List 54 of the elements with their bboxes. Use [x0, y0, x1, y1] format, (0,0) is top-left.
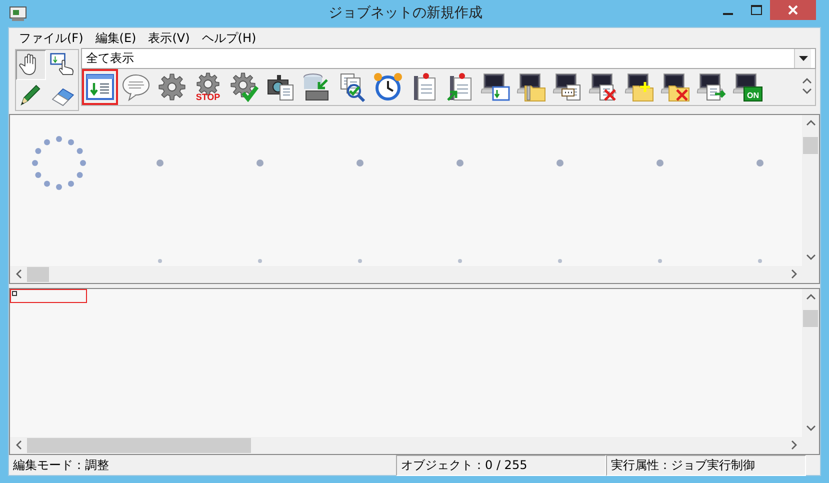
- vertical-scrollbar[interactable]: [802, 289, 819, 437]
- chevron-left-icon: [14, 269, 22, 280]
- on-label: ON: [747, 91, 759, 100]
- computer-document-arrow-icon: [697, 72, 727, 102]
- computer-folder-icon: [517, 72, 547, 102]
- toolbar-button[interactable]: [82, 69, 118, 105]
- status-text: オブジェクト：0 / 255: [396, 454, 606, 476]
- alarm-clock-icon: [373, 72, 403, 102]
- speech-bubble-icon: [121, 72, 151, 102]
- chevron-up-icon: [802, 77, 812, 86]
- vertical-scrollbar[interactable]: [802, 115, 819, 266]
- tool-button[interactable]: [16, 50, 46, 80]
- filter-dropdown[interactable]: 全て表示: [81, 48, 816, 69]
- menu-item[interactable]: 編集(E): [89, 28, 142, 48]
- menu-item[interactable]: ファイル(F): [13, 28, 90, 48]
- chevron-down-icon: [806, 424, 816, 432]
- chevron-up-icon: [806, 118, 816, 127]
- horizontal-scrollbar[interactable]: [10, 266, 802, 283]
- dropdown-arrow-icon: [798, 56, 808, 61]
- database-drive-icon: [301, 72, 331, 102]
- scrollbar-thumb[interactable]: [803, 310, 818, 327]
- loading-indicator-icon: [31, 135, 87, 191]
- toolbar-button[interactable]: ON: [730, 69, 766, 105]
- close-icon: [788, 4, 798, 15]
- status-text: 編集モード：調整: [12, 456, 110, 474]
- gear-check-icon: [229, 72, 259, 102]
- status-text: 実行属性：ジョブ実行制御: [606, 454, 806, 476]
- chevron-left-icon: [14, 440, 22, 450]
- window-title: ジョブネットの新規作成: [328, 5, 482, 21]
- scrollbar-thumb[interactable]: [803, 137, 818, 154]
- camera-document-icon: [265, 72, 295, 102]
- horizontal-scrollbar[interactable]: [10, 437, 802, 454]
- stop-label: STOP: [196, 92, 220, 102]
- minimize-icon: [723, 12, 733, 15]
- computer-chat-icon: [553, 72, 583, 102]
- computer-window-icon: [481, 72, 511, 102]
- chevron-down-icon: [806, 252, 816, 261]
- scrollbar-thumb[interactable]: [27, 438, 251, 453]
- computer-document-x-icon: [589, 72, 619, 102]
- menu-item[interactable]: 表示(V): [142, 28, 196, 48]
- chevron-up-icon: [806, 292, 816, 301]
- chevron-right-icon: [790, 269, 798, 280]
- app-icon: [9, 6, 27, 22]
- computer-folder-star-icon: [625, 72, 655, 102]
- scrollbar-thumb[interactable]: [27, 267, 49, 282]
- chevron-right-icon: [790, 440, 798, 450]
- chevron-down-icon: [802, 87, 812, 96]
- toolbar-button[interactable]: STOP: [190, 69, 226, 105]
- menu-item[interactable]: ヘルプ(H): [196, 28, 262, 48]
- maximize-icon: [750, 4, 762, 15]
- close-button[interactable]: [770, 0, 816, 20]
- computer-folder-x-icon: [661, 72, 691, 102]
- gear-icon: [157, 72, 187, 102]
- window-download-icon: [85, 72, 115, 102]
